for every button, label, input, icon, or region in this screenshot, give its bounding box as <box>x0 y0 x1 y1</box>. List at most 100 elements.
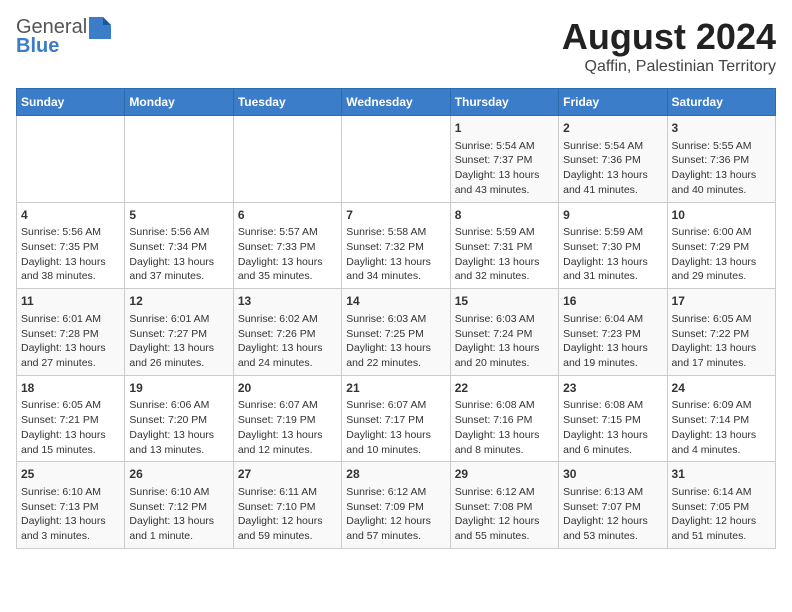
day-number: 11 <box>21 293 120 310</box>
day-number: 5 <box>129 207 228 224</box>
day-number: 13 <box>238 293 337 310</box>
day-info: Sunrise: 6:01 AM Sunset: 7:27 PM Dayligh… <box>129 312 228 371</box>
day-number: 15 <box>455 293 554 310</box>
day-info: Sunrise: 6:07 AM Sunset: 7:17 PM Dayligh… <box>346 398 445 457</box>
calendar-day-cell: 20Sunrise: 6:07 AM Sunset: 7:19 PM Dayli… <box>233 375 341 462</box>
day-info: Sunrise: 6:03 AM Sunset: 7:24 PM Dayligh… <box>455 312 554 371</box>
calendar-day-cell: 10Sunrise: 6:00 AM Sunset: 7:29 PM Dayli… <box>667 202 775 289</box>
day-info: Sunrise: 6:05 AM Sunset: 7:21 PM Dayligh… <box>21 398 120 457</box>
calendar-table: SundayMondayTuesdayWednesdayThursdayFrid… <box>16 88 776 549</box>
day-info: Sunrise: 6:10 AM Sunset: 7:12 PM Dayligh… <box>129 485 228 544</box>
day-number: 12 <box>129 293 228 310</box>
day-info: Sunrise: 5:54 AM Sunset: 7:36 PM Dayligh… <box>563 139 662 198</box>
day-number: 17 <box>672 293 771 310</box>
calendar-day-cell: 27 Sunrise: 6:11 AM Sunset: 7:10 PM Dayli… <box>233 462 341 549</box>
calendar-day-cell: 31 Sunrise: 6:14 AM Sunset: 7:05 PM Dayli… <box>667 462 775 549</box>
calendar-day-cell: 14 Sunrise: 6:03 AM Sunset: 7:25 PM Dayli… <box>342 289 450 376</box>
day-of-week-header: Monday <box>125 89 233 116</box>
day-number: 29 <box>455 466 554 483</box>
calendar-header-row: SundayMondayTuesdayWednesdayThursdayFrid… <box>17 89 776 116</box>
calendar-day-cell: 15 Sunrise: 6:03 AM Sunset: 7:24 PM Dayli… <box>450 289 558 376</box>
calendar-day-cell: 18Sunrise: 6:05 AM Sunset: 7:21 PM Dayli… <box>17 375 125 462</box>
day-of-week-header: Friday <box>559 89 667 116</box>
calendar-day-cell: 17 Sunrise: 6:05 AM Sunset: 7:22 PM Dayli… <box>667 289 775 376</box>
calendar-week-row: 18Sunrise: 6:05 AM Sunset: 7:21 PM Dayli… <box>17 375 776 462</box>
day-number: 23 <box>563 380 662 397</box>
calendar-day-cell: 12 Sunrise: 6:01 AM Sunset: 7:27 PM Dayli… <box>125 289 233 376</box>
day-number: 18 <box>21 380 120 397</box>
day-of-week-header: Wednesday <box>342 89 450 116</box>
day-info: Sunrise: 6:03 AM Sunset: 7:25 PM Dayligh… <box>346 312 445 371</box>
day-number: 8 <box>455 207 554 224</box>
day-number: 25 <box>21 466 120 483</box>
day-number: 28 <box>346 466 445 483</box>
day-number: 22 <box>455 380 554 397</box>
day-info: Sunrise: 5:59 AM Sunset: 7:30 PM Dayligh… <box>563 225 662 284</box>
calendar-day-cell: 28 Sunrise: 6:12 AM Sunset: 7:09 PM Dayli… <box>342 462 450 549</box>
day-info: Sunrise: 6:01 AM Sunset: 7:28 PM Dayligh… <box>21 312 120 371</box>
page-header: General Blue August 2024 Qaffin, Palesti… <box>16 16 776 76</box>
day-number: 20 <box>238 380 337 397</box>
calendar-day-cell: 24Sunrise: 6:09 AM Sunset: 7:14 PM Dayli… <box>667 375 775 462</box>
day-of-week-header: Thursday <box>450 89 558 116</box>
day-info: Sunrise: 6:02 AM Sunset: 7:26 PM Dayligh… <box>238 312 337 371</box>
day-number: 4 <box>21 207 120 224</box>
calendar-day-cell <box>17 116 125 203</box>
day-number: 27 <box>238 466 337 483</box>
calendar-day-cell: 25 Sunrise: 6:10 AM Sunset: 7:13 PM Dayli… <box>17 462 125 549</box>
day-number: 30 <box>563 466 662 483</box>
logo-icon <box>89 17 111 39</box>
calendar-day-cell: 1Sunrise: 5:54 AM Sunset: 7:37 PM Daylig… <box>450 116 558 203</box>
day-info: Sunrise: 5:54 AM Sunset: 7:37 PM Dayligh… <box>455 139 554 198</box>
calendar-week-row: 1Sunrise: 5:54 AM Sunset: 7:37 PM Daylig… <box>17 116 776 203</box>
day-info: Sunrise: 6:10 AM Sunset: 7:13 PM Dayligh… <box>21 485 120 544</box>
calendar-day-cell: 30 Sunrise: 6:13 AM Sunset: 7:07 PM Dayli… <box>559 462 667 549</box>
day-info: Sunrise: 5:58 AM Sunset: 7:32 PM Dayligh… <box>346 225 445 284</box>
calendar-day-cell <box>125 116 233 203</box>
calendar-day-cell: 23Sunrise: 6:08 AM Sunset: 7:15 PM Dayli… <box>559 375 667 462</box>
day-info: Sunrise: 6:14 AM Sunset: 7:05 PM Dayligh… <box>672 485 771 544</box>
calendar-day-cell: 9Sunrise: 5:59 AM Sunset: 7:30 PM Daylig… <box>559 202 667 289</box>
day-info: Sunrise: 6:12 AM Sunset: 7:09 PM Dayligh… <box>346 485 445 544</box>
calendar-day-cell: 19Sunrise: 6:06 AM Sunset: 7:20 PM Dayli… <box>125 375 233 462</box>
day-number: 24 <box>672 380 771 397</box>
calendar-day-cell: 13 Sunrise: 6:02 AM Sunset: 7:26 PM Dayli… <box>233 289 341 376</box>
calendar-day-cell: 7Sunrise: 5:58 AM Sunset: 7:32 PM Daylig… <box>342 202 450 289</box>
calendar-week-row: 11 Sunrise: 6:01 AM Sunset: 7:28 PM Dayli… <box>17 289 776 376</box>
day-info: Sunrise: 6:11 AM Sunset: 7:10 PM Dayligh… <box>238 485 337 544</box>
calendar-day-cell: 11 Sunrise: 6:01 AM Sunset: 7:28 PM Dayli… <box>17 289 125 376</box>
day-info: Sunrise: 6:13 AM Sunset: 7:07 PM Dayligh… <box>563 485 662 544</box>
page-subtitle: Qaffin, Palestinian Territory <box>562 58 776 76</box>
day-info: Sunrise: 6:04 AM Sunset: 7:23 PM Dayligh… <box>563 312 662 371</box>
calendar-day-cell: 26 Sunrise: 6:10 AM Sunset: 7:12 PM Dayli… <box>125 462 233 549</box>
day-info: Sunrise: 6:08 AM Sunset: 7:15 PM Dayligh… <box>563 398 662 457</box>
day-info: Sunrise: 6:08 AM Sunset: 7:16 PM Dayligh… <box>455 398 554 457</box>
calendar-week-row: 4Sunrise: 5:56 AM Sunset: 7:35 PM Daylig… <box>17 202 776 289</box>
day-info: Sunrise: 6:07 AM Sunset: 7:19 PM Dayligh… <box>238 398 337 457</box>
day-number: 21 <box>346 380 445 397</box>
day-number: 14 <box>346 293 445 310</box>
day-number: 26 <box>129 466 228 483</box>
day-number: 31 <box>672 466 771 483</box>
logo-blue: Blue <box>16 35 59 58</box>
calendar-day-cell: 22Sunrise: 6:08 AM Sunset: 7:16 PM Dayli… <box>450 375 558 462</box>
logo: General Blue <box>16 16 113 58</box>
calendar-day-cell: 29 Sunrise: 6:12 AM Sunset: 7:08 PM Dayli… <box>450 462 558 549</box>
day-number: 16 <box>563 293 662 310</box>
day-info: Sunrise: 5:55 AM Sunset: 7:36 PM Dayligh… <box>672 139 771 198</box>
day-number: 19 <box>129 380 228 397</box>
day-info: Sunrise: 6:05 AM Sunset: 7:22 PM Dayligh… <box>672 312 771 371</box>
day-number: 6 <box>238 207 337 224</box>
calendar-day-cell: 5Sunrise: 5:56 AM Sunset: 7:34 PM Daylig… <box>125 202 233 289</box>
day-of-week-header: Tuesday <box>233 89 341 116</box>
day-info: Sunrise: 6:12 AM Sunset: 7:08 PM Dayligh… <box>455 485 554 544</box>
calendar-day-cell <box>342 116 450 203</box>
day-number: 10 <box>672 207 771 224</box>
calendar-day-cell: 2 Sunrise: 5:54 AM Sunset: 7:36 PM Daylig… <box>559 116 667 203</box>
calendar-day-cell: 8Sunrise: 5:59 AM Sunset: 7:31 PM Daylig… <box>450 202 558 289</box>
day-of-week-header: Saturday <box>667 89 775 116</box>
calendar-day-cell: 3Sunrise: 5:55 AM Sunset: 7:36 PM Daylig… <box>667 116 775 203</box>
day-number: 2 <box>563 120 662 137</box>
day-info: Sunrise: 5:57 AM Sunset: 7:33 PM Dayligh… <box>238 225 337 284</box>
calendar-day-cell: 16 Sunrise: 6:04 AM Sunset: 7:23 PM Dayli… <box>559 289 667 376</box>
